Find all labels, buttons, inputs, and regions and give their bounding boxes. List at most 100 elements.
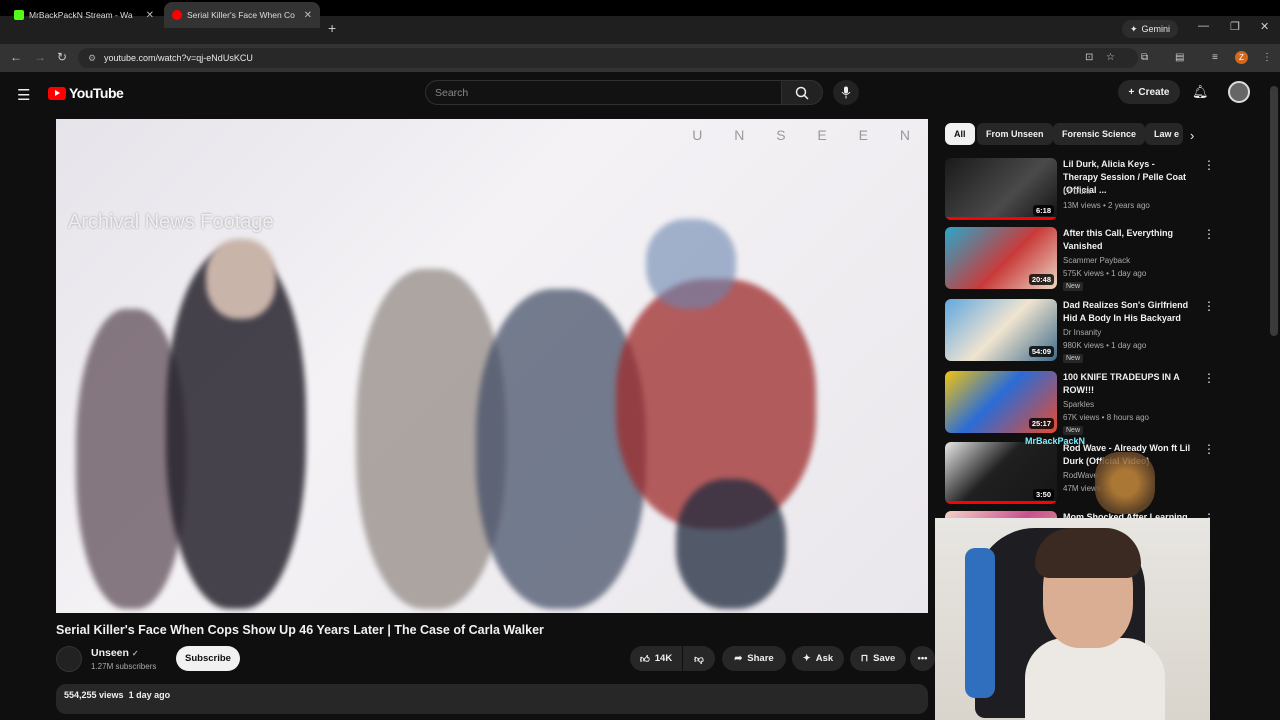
rec-meta: 13M views • 2 years ago [1063,201,1150,210]
search-icon [795,86,809,100]
rec-title[interactable]: 100 KNIFE TRADEUPS IN A ROW!!! [1063,371,1191,397]
browser-profile-avatar[interactable]: Z [1235,51,1248,64]
chip-all[interactable]: All [945,123,975,145]
list-item[interactable]: 3:50 Rod Wave - Already Won ft Lil Durk … [945,442,1215,506]
tab-label: MrBackPackN Stream - Wa [29,10,133,20]
tab-stream[interactable]: MrBackPackN Stream - Wa ✕ [6,2,162,28]
notifications-bell-icon[interactable]: 🔔︎ [1192,84,1209,100]
chip-forensic-science[interactable]: Forensic Science [1053,123,1146,145]
media-icon[interactable]: ≡ [1212,52,1218,63]
more-actions-button[interactable]: ••• [910,646,935,671]
tab-video[interactable]: Serial Killer's Face When Co ✕ [164,2,320,28]
extensions-icon[interactable]: ⧉ [1141,52,1148,63]
close-icon[interactable]: ✕ [304,10,312,21]
ask-button[interactable]: ✦ Ask [792,646,844,671]
more-vert-icon[interactable]: ⋮ [1203,158,1215,172]
tab-label: Serial Killer's Face When Co [187,10,295,20]
site-info-icon[interactable]: ⚙ [88,53,96,64]
rec-channel[interactable]: RodWave [1063,471,1098,480]
rec-channel[interactable]: Dr Insanity [1063,328,1101,337]
sparkle-icon: ✦ [802,653,811,664]
search-input[interactable]: Search [425,80,782,105]
new-badge: New [1063,282,1084,291]
new-tab-icon[interactable]: + [328,20,336,36]
scrollbar[interactable] [1270,86,1278,336]
subscriber-count: 1.27M subscribers [91,662,157,671]
rec-title[interactable]: After this Call, Everything Vanished [1063,227,1191,253]
stream-overlay-tiger [1095,452,1155,514]
duration-badge: 25:17 [1028,418,1054,429]
video-frame-figure [676,479,786,609]
address-bar[interactable]: ⚙ youtube.com/watch?v=qj-eNdUsKCU [78,48,1138,68]
video-player[interactable]: U N S E E N Archival News Footage [56,119,928,613]
video-thumbnail[interactable]: 54:09 [945,299,1057,361]
more-vert-icon[interactable]: ⋮ [1203,227,1215,241]
bookmark-star-icon[interactable]: ☆ [1106,52,1115,63]
chip-law[interactable]: Law e [1145,123,1183,145]
upload-age: 1 day ago [128,690,171,700]
create-button[interactable]: + Create [1118,80,1180,104]
streamer-hair [1035,528,1141,578]
channel-name-text: Unseen [91,647,129,659]
watch-progress [945,217,1057,220]
description-box[interactable] [56,684,928,714]
video-thumbnail[interactable]: 6:18 [945,158,1057,220]
rec-channel[interactable]: Lil Durk [1063,187,1090,196]
close-icon[interactable]: ✕ [146,10,154,21]
youtube-icon [172,10,182,20]
list-item[interactable]: 25:17 100 KNIFE TRADEUPS IN A ROW!!! Spa… [945,371,1215,435]
duration-badge: 54:09 [1028,346,1054,357]
list-item[interactable]: 20:48 After this Call, Everything Vanish… [945,227,1215,291]
video-thumbnail[interactable]: 3:50 [945,442,1057,504]
video-thumbnail[interactable]: 20:48 [945,227,1057,289]
chevron-right-icon[interactable]: › [1190,128,1194,143]
voice-search-button[interactable] [833,80,859,105]
watch-progress [945,501,1057,504]
more-vert-icon[interactable]: ⋮ [1203,299,1215,313]
dislike-button[interactable]: 👎︎ [683,646,715,671]
youtube-logo[interactable]: YouTube [48,85,124,101]
kick-icon [14,10,24,20]
streamer-shirt [1025,638,1165,720]
maximize-icon[interactable]: ❐ [1230,20,1240,33]
duration-badge: 3:50 [1032,489,1054,500]
chip-from-unseen[interactable]: From Unseen [977,123,1053,145]
verified-icon: ✓ [131,649,139,658]
like-button[interactable]: 👍︎ 14K [630,646,682,671]
rec-title[interactable]: Dad Realizes Son's Girlfriend Hid A Body… [1063,299,1191,325]
sidebar-icon[interactable]: ▤ [1175,52,1184,63]
back-icon[interactable]: ← [10,50,22,64]
list-item[interactable]: 54:09 Dad Realizes Son's Girlfriend Hid … [945,299,1215,363]
share-button[interactable]: ➦ Share [722,646,786,671]
share-label: Share [747,653,774,664]
minimize-icon[interactable]: — [1198,20,1209,32]
save-button[interactable]: ⊓ Save [850,646,906,671]
new-badge: New [1063,354,1084,363]
rec-channel[interactable]: Sparkles [1063,400,1094,409]
rec-channel[interactable]: Scammer Payback [1063,256,1130,265]
more-vert-icon[interactable]: ⋮ [1203,371,1215,385]
window-close-icon[interactable]: ✕ [1260,20,1269,33]
channel-name[interactable]: Unseen ✓ [91,647,139,659]
rec-meta: 67K views • 8 hours ago [1063,413,1149,422]
subscribe-button[interactable]: Subscribe [176,646,240,671]
avatar[interactable] [1228,81,1250,103]
menu-icon[interactable]: ☰ [17,86,30,104]
more-vert-icon[interactable]: ⋮ [1203,442,1215,456]
duration-badge: 6:18 [1032,205,1054,216]
overlay-caption: Archival News Footage [68,211,274,233]
gemini-button[interactable]: ✦ Gemini [1122,20,1179,38]
search-button[interactable] [781,80,823,105]
create-label: Create [1138,86,1170,98]
thumbs-down-icon: 👎︎ [694,653,704,665]
view-count: 554,255 views [64,690,124,700]
channel-avatar[interactable] [56,646,82,672]
browser-menu-icon[interactable]: ⋮ [1262,52,1272,63]
video-thumbnail[interactable]: 25:17 [945,371,1057,433]
view-meta: 554,255 views 1 day ago [64,690,170,700]
install-icon[interactable]: ⊡ [1085,52,1093,63]
list-item[interactable]: 6:18 Lil Durk, Alicia Keys - Therapy Ses… [945,158,1215,222]
forward-icon[interactable]: → [34,50,46,64]
new-badge: New [1063,426,1084,435]
reload-icon[interactable]: ↻ [57,50,67,64]
